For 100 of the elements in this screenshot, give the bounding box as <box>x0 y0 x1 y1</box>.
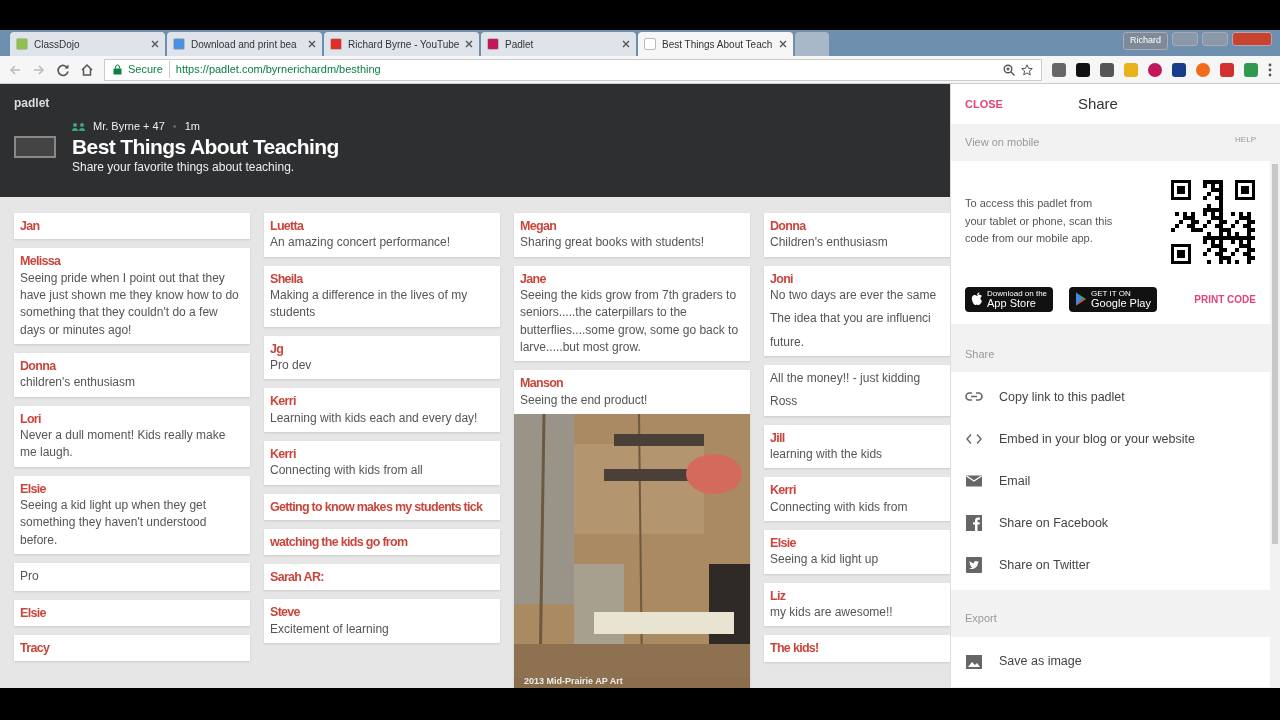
browser-tab[interactable]: Padlet <box>481 32 636 56</box>
post-card[interactable]: Tracy <box>14 634 250 662</box>
post-text: Pro dev <box>270 356 313 374</box>
badge-caption: GET IT ON <box>1091 289 1132 298</box>
post-card[interactable]: Kerri Connecting with kids from all <box>264 440 500 485</box>
post-author: Joni <box>770 270 794 287</box>
post-card[interactable]: Luetta An amazing concert performance! <box>264 213 500 257</box>
post-text: No two days are ever the same <box>770 286 938 304</box>
post-text: Making a difference in the lives of my students <box>270 286 469 322</box>
time-label: 1m <box>184 119 200 134</box>
post-card[interactable]: Jan <box>14 213 250 240</box>
post-text: Connecting with kids from all <box>270 462 424 480</box>
favicon-icon <box>487 38 499 50</box>
apple-icon <box>971 292 983 306</box>
share-option[interactable]: Share on Facebook <box>965 502 1109 544</box>
browser-tab[interactable]: ClassDojo <box>10 32 165 56</box>
post-text: my kids are awesome!! <box>770 604 894 621</box>
star-icon[interactable] <box>1021 63 1033 76</box>
padlet-logo[interactable]: padlet <box>14 94 936 112</box>
post-card[interactable]: Pro <box>14 563 250 591</box>
browser-tab[interactable]: Richard Byrne - YouTube <box>324 32 479 56</box>
close-icon[interactable] <box>465 40 473 48</box>
post-author: Kerri <box>270 393 297 410</box>
share-option[interactable]: Copy link to this padlet <box>965 376 1125 418</box>
post-card[interactable]: Elsie Seeing a kid light up <box>764 530 950 574</box>
post-card[interactable]: Liz my kids are awesome!! <box>764 582 950 627</box>
share-option[interactable]: Embed in your blog or your website <box>965 418 1195 460</box>
post-text: Seeing the kids grow from 7th graders to seniors.....the caterpillars to the butterflies....some grow, some go back to larve.....but most grow. <box>520 286 740 357</box>
post-text: children's enthusiasm <box>20 374 136 392</box>
badge-label: App Store <box>987 297 1037 309</box>
post-text: Never a dull moment! Kids really make me laugh. <box>20 426 227 462</box>
post-card[interactable]: All the money!! - just kidding Ross <box>764 365 950 416</box>
share-option[interactable]: Share on Twitter <box>965 544 1090 586</box>
post-card[interactable]: Steve Excitement of learning <box>264 599 500 643</box>
play-triangle-icon <box>1075 292 1088 306</box>
close-icon[interactable] <box>308 40 316 48</box>
extension-icon[interactable] <box>1076 62 1090 77</box>
post-text: All the money!! - just kidding <box>770 370 922 388</box>
post-text: Seeing a kid light up <box>770 551 880 569</box>
post-author: Jill <box>770 429 786 447</box>
post-author: Kerri <box>770 482 797 499</box>
post-card[interactable]: Donna children's enthusiasm <box>14 353 250 397</box>
post-card[interactable]: Jane Seeing the kids grow from 7th graders to seniors.....the caterpillars to the butterflies....some grow, some go back to larve.....but most grow. <box>514 265 750 362</box>
post-card[interactable]: Kerri Learning with kids each and every day! <box>264 388 500 432</box>
post-card[interactable]: Elsie <box>14 599 250 626</box>
post-author: Liz <box>770 587 787 604</box>
print-code-button[interactable]: PRINT CODE <box>1194 291 1256 307</box>
post-card[interactable]: Elsie Seeing a kid light up when they get something they haven't understood before. <box>14 475 250 555</box>
post-card[interactable]: Kerri Connecting with kids from <box>764 477 950 522</box>
extension-icon[interactable] <box>1172 62 1186 77</box>
browser-tab[interactable]: Download and print bea <box>167 32 322 56</box>
post-card[interactable]: Joni No two days are ever the same The idea that you are influenci future. <box>764 265 950 357</box>
close-icon[interactable] <box>151 40 159 48</box>
post-author: Donna <box>770 218 808 235</box>
post-card[interactable]: Melissa Seeing pride when I point out that they have just shown me they know how to do something that they couldn't do a few days or minutes ago! <box>14 248 250 345</box>
post-card[interactable]: watching the kids go from <box>264 528 500 556</box>
post-author: Jg <box>270 340 285 357</box>
post-card[interactable]: The kids! <box>764 635 950 662</box>
post-author: Jane <box>520 270 547 287</box>
post-text: Excitement of learning <box>270 620 390 638</box>
app-store-button[interactable]: Download on the App Store <box>965 286 1054 312</box>
post-author: Tracy <box>20 639 51 657</box>
reload-icon[interactable] <box>56 62 70 77</box>
google-play-button[interactable]: GET IT ON Google Play <box>1069 286 1158 312</box>
post-text: Seeing pride when I point out that they have just shown me they know how to do something that they couldn't do a few days or minutes ago! <box>20 269 240 339</box>
badge-label: Google Play <box>1091 297 1151 309</box>
post-author: Elsie <box>20 480 47 497</box>
contributors-label: Mr. Byrne + 47 <box>93 119 165 134</box>
scrollbar-thumb[interactable] <box>1272 164 1278 544</box>
post-author: Sarah AR: <box>270 569 325 586</box>
qr-code-icon <box>1170 178 1256 265</box>
share-option[interactable]: Email <box>965 460 1031 502</box>
post-text: Seeing a kid light up when they get something they haven't understood before. <box>20 497 208 549</box>
post-card[interactable]: Lori Never a dull moment! Kids really make me laugh. <box>14 405 250 467</box>
post-card[interactable]: Manson Seeing the end product! 2013 Mid-Prairie AP Art <box>514 370 750 688</box>
post-text: An amazing concert performance! <box>270 234 452 252</box>
description-text: To access this padlet from your tablet or phone, scan this code from our mobile app. <box>965 196 1114 247</box>
close-button[interactable]: CLOSE <box>965 95 1003 113</box>
more-icon[interactable] <box>1268 62 1272 77</box>
post-card[interactable]: Getting to know makes my students tick <box>264 493 500 520</box>
browser-tab[interactable]: Best Things About Teach <box>638 32 793 56</box>
post-card[interactable]: Jg Pro dev <box>264 335 500 380</box>
home-icon[interactable] <box>80 62 94 77</box>
post-author: Elsie <box>770 535 797 552</box>
post-author: Jan <box>20 218 41 235</box>
zoom-icon[interactable] <box>1003 63 1015 76</box>
favicon-icon <box>644 38 656 50</box>
post-card[interactable]: Sheila Making a difference in the lives of my students <box>264 265 500 327</box>
address-bar[interactable]: Secure https://padlet.com/byrnerichardm/besthing <box>104 58 1042 81</box>
close-icon[interactable] <box>622 40 630 48</box>
post-card[interactable]: Megan Sharing great books with students! <box>514 213 750 257</box>
post-author: Lori <box>20 410 42 427</box>
facebook-icon <box>965 514 983 532</box>
favicon-icon <box>16 38 28 50</box>
extension-icon[interactable] <box>1100 62 1114 77</box>
close-icon[interactable] <box>779 40 787 48</box>
post-card[interactable]: Jill learning with the kids <box>764 424 950 469</box>
post-card[interactable]: Sarah AR: <box>264 564 500 591</box>
post-card[interactable]: Donna Children's enthusiasm <box>764 213 950 257</box>
bird-icon <box>965 556 983 574</box>
